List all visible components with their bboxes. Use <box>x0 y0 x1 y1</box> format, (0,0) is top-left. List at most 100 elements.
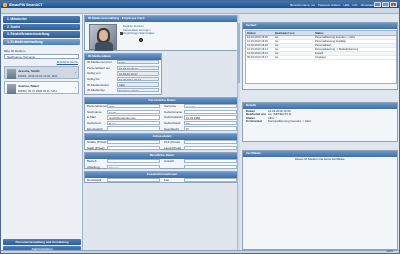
result-item[interactable]: Joanna, Baker #2M02, 09.07.2009 09:11, M… <box>4 81 79 94</box>
table-row[interactable]: 09.03.2010 15:17 ws Angelegt <box>246 56 396 60</box>
step-id-media[interactable]: 4. ID-Medienverwaltung <box>3 38 80 45</box>
form-row: Personalisiert am 10.03.10 15:17 <box>85 65 161 71</box>
field-value[interactable]: 10.03.2012 15:17 <box>117 76 159 82</box>
cell-spacer <box>300 44 314 47</box>
field-value[interactable]: Jessica <box>184 104 237 109</box>
form-field: Stadt (Privat) <box>85 145 162 151</box>
master-data-link[interactable]: Zugehöriges Stammdatei <box>123 32 154 36</box>
status-bar: 100% <box>1 249 399 253</box>
field-value[interactable] <box>184 164 237 170</box>
field-value[interactable]: Aktiv <box>117 82 159 87</box>
field-value[interactable]: 01.03.1988 <box>184 115 237 120</box>
cell-editor: ws <box>275 47 279 51</box>
sidebar: 1. Mitarbeiter 2. Suche 3. Einstellfenst… <box>1 15 83 253</box>
search-label: Bitte ID-Medium <box>4 49 26 53</box>
history-header: Verlauf <box>243 23 397 29</box>
cell-date: 10.03.2010 16:25 <box>247 39 268 43</box>
field-label: E-Mail <box>87 115 96 120</box>
cell-status: Personalisierung bestätigt <box>315 39 346 43</box>
step-employee[interactable]: 1. Mitarbeiter <box>3 16 80 23</box>
field-label: PLZ (Privat) <box>164 140 181 145</box>
chevron-right-icon: › <box>74 71 76 75</box>
field-value[interactable] <box>107 140 160 145</box>
field-label: Geburtsdatum <box>164 115 184 120</box>
cell-editor: ws <box>275 51 279 55</box>
field-value[interactable]: DE <box>184 120 237 126</box>
chevron-right-icon: › <box>74 86 76 90</box>
certs-text: Dieses ID-Medium hat keine Zertifikate. <box>294 156 346 161</box>
zoom-level: 100% <box>386 249 393 253</box>
cell-status: Erstellt <box>315 51 324 55</box>
window-controls: _ □ x <box>374 2 397 7</box>
cell-editor: ws <box>275 55 279 59</box>
field-value[interactable]: Finance <box>107 164 160 170</box>
form-field: Durchwahl <box>85 178 162 184</box>
field-value[interactable] <box>184 140 237 145</box>
form-row: Abteilung Finance <box>85 164 239 170</box>
right-panel: Verlauf Datum Bearbeitet von Status 10.0… <box>242 15 399 253</box>
extra-panel: Zusatzinformationen Durchwahl Fax <box>84 171 240 183</box>
result-id: #2M02, 09.07.2009 09:11, MA1 <box>18 88 57 93</box>
change-password-link[interactable]: Passwort ändern <box>318 3 341 7</box>
minimize-button[interactable]: _ <box>374 2 381 7</box>
col-status[interactable]: Status <box>314 31 396 34</box>
person-management-button[interactable]: Personenverwaltung und Anmeldung <box>3 239 81 245</box>
detail-row: Kommentar Personalisierung beendet -> Akt… <box>246 119 394 124</box>
field-value[interactable]: 1001 <box>117 60 159 65</box>
field-label: Personalisiert am <box>87 65 111 70</box>
step-settings[interactable]: 3. Einstellfenstereinstellung <box>3 31 80 38</box>
field-value[interactable] <box>184 178 237 183</box>
logout-link[interactable]: Abmelden <box>360 3 374 7</box>
user-label: Benutzername: ws <box>290 2 315 7</box>
form-field: Ein-/Austritt <box>85 126 162 132</box>
card-reader-icon[interactable] <box>139 38 143 42</box>
field-value[interactable] <box>107 178 160 183</box>
result-item[interactable]: Jessica, Smith #1M01, 2010-03-02 12:04, … <box>4 66 79 79</box>
field-value[interactable] <box>184 159 237 164</box>
cell-editor: ws <box>275 35 279 39</box>
id-data-panel: ID-Mediendaten ID-Mediennummer 1001 Person… <box>84 53 162 95</box>
field-value[interactable]: Employee Card <box>117 88 159 93</box>
field-value[interactable]: Smith <box>107 109 160 115</box>
cell-date: 10.03.2010 16:14 <box>247 47 268 51</box>
search-input[interactable]: Nachname, Vorname <box>4 54 79 59</box>
field-label: Ein-/Austritt <box>87 126 103 131</box>
info-link[interactable]: Info <box>352 3 357 7</box>
field-value[interactable] <box>107 126 160 131</box>
field-label: Land (Privat) <box>164 145 182 150</box>
maximize-button[interactable]: □ <box>382 2 389 7</box>
field-label: Betrieb <box>87 159 97 164</box>
job-panel: Berufliche Daten Betrieb Anstellt Abteilun… <box>84 152 240 170</box>
avatar <box>6 68 16 79</box>
field-value[interactable]: Berlin <box>107 120 160 126</box>
field-value[interactable]: jsmith@example.com <box>107 115 160 120</box>
step-search[interactable]: 2. Suche <box>3 23 80 30</box>
advanced-search-link[interactable]: Erweiterte Suche <box>1 60 78 64</box>
field-value[interactable]: W <box>184 126 237 131</box>
field-value[interactable] <box>107 145 160 151</box>
field-value[interactable]: 10.03.10 15:17 <box>117 65 159 71</box>
main-scrollbar[interactable] <box>237 15 240 253</box>
toolbar <box>1 8 399 14</box>
field-label: Geburtsname <box>164 109 183 114</box>
field-value[interactable] <box>107 159 160 164</box>
field-value[interactable] <box>184 109 237 115</box>
title-bar: IDmanPIN SmartACT Benutzername: ws Passw… <box>1 1 399 8</box>
form-row: ID-Medientyp Employee Card <box>85 87 161 93</box>
field-value[interactable]: 10.03.10 15:17 <box>117 71 159 76</box>
help-link[interactable]: Hilfe <box>343 3 349 7</box>
col-date[interactable]: Datum <box>246 31 274 34</box>
field-label: Gültig bis <box>87 77 100 82</box>
field-value[interactable] <box>184 145 237 151</box>
cell-date: 10.03.2010 16:20 <box>247 43 268 47</box>
close-button[interactable]: x <box>390 2 397 7</box>
top-links: Benutzername: ws Passwort ändern Hilfe I… <box>290 3 374 7</box>
app-title: IDmanPIN SmartACT <box>9 2 43 7</box>
field-label: Nachname <box>87 109 102 114</box>
cell-spacer <box>300 40 314 43</box>
personal-panel: Persönliche Daten Personalnummer M04 Vorna… <box>84 97 240 131</box>
field-value[interactable]: M04 <box>107 104 160 109</box>
card-links: Medium drucken Kartendaten anzeigen Zuge… <box>123 24 154 36</box>
field-label: Geschlecht <box>164 126 180 131</box>
col-editor[interactable]: Bearbeitet von <box>274 31 300 34</box>
